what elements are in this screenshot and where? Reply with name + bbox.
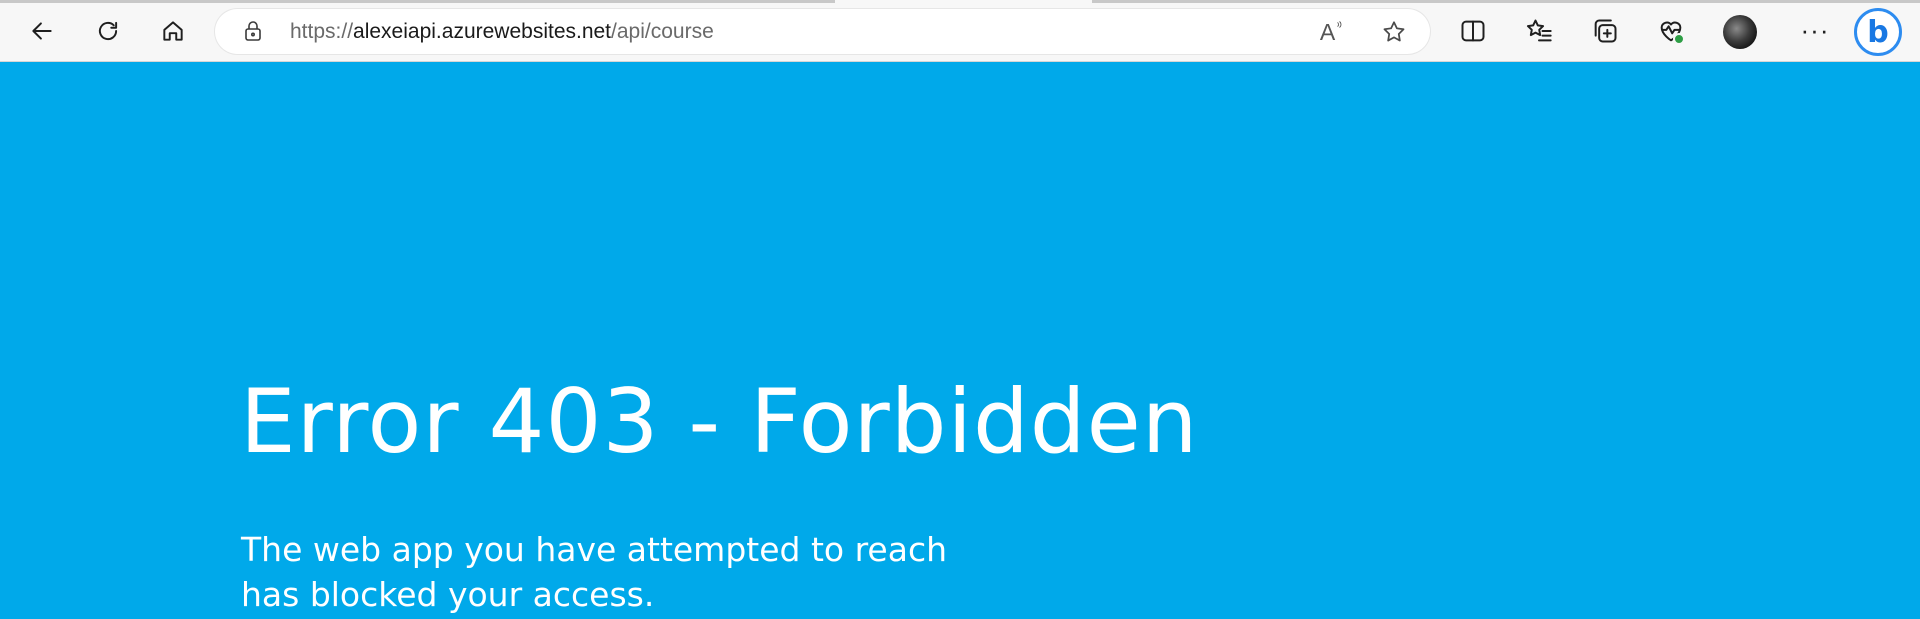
refresh-icon: [98, 21, 118, 41]
collections-icon: [1594, 19, 1617, 43]
more-button[interactable]: ···: [1795, 12, 1835, 48]
avatar[interactable]: [1723, 15, 1757, 49]
error-title: Error 403 - Forbidden: [240, 370, 1199, 473]
browser-essentials-button[interactable]: [1653, 13, 1689, 49]
home-button[interactable]: [153, 11, 193, 51]
copilot-icon: b: [1867, 14, 1889, 50]
refresh-button[interactable]: [88, 11, 128, 51]
url-host: alexeiapi.azurewebsites.net: [353, 20, 612, 43]
error-message: The web app you have attempted to reach …: [241, 530, 948, 614]
lock-icon[interactable]: [241, 19, 265, 43]
star-icon: [1383, 21, 1405, 42]
read-aloud-icon: A: [1319, 18, 1336, 45]
sound-waves-icon: [1337, 21, 1342, 28]
browser-toolbar: https://alexeiapi.azurewebsites.net/api/…: [0, 0, 1920, 62]
more-icon: ···: [1800, 14, 1830, 45]
copilot-button[interactable]: b: [1854, 8, 1902, 56]
read-aloud-button[interactable]: A: [1318, 16, 1350, 48]
url-path: /api/course: [611, 20, 714, 43]
tabstrip-edge: [1092, 0, 1920, 3]
collections-button[interactable]: [1587, 13, 1623, 49]
tabstrip-edge: [0, 0, 835, 3]
back-button[interactable]: [22, 11, 62, 51]
favorites-button[interactable]: [1521, 13, 1557, 49]
split-screen-button[interactable]: [1455, 13, 1491, 49]
split-screen-icon: [1461, 20, 1485, 42]
home-icon: [163, 21, 183, 41]
url-prefix: https://: [290, 20, 354, 43]
address-bar[interactable]: https://alexeiapi.azurewebsites.net/api/…: [215, 9, 1430, 54]
url-text[interactable]: https://alexeiapi.azurewebsites.net/api/…: [290, 20, 714, 44]
arrow-left-icon: [32, 22, 52, 40]
add-favorite-button[interactable]: [1378, 16, 1410, 48]
status-dot: [1673, 33, 1685, 45]
favorites-list-icon: [1526, 19, 1552, 42]
